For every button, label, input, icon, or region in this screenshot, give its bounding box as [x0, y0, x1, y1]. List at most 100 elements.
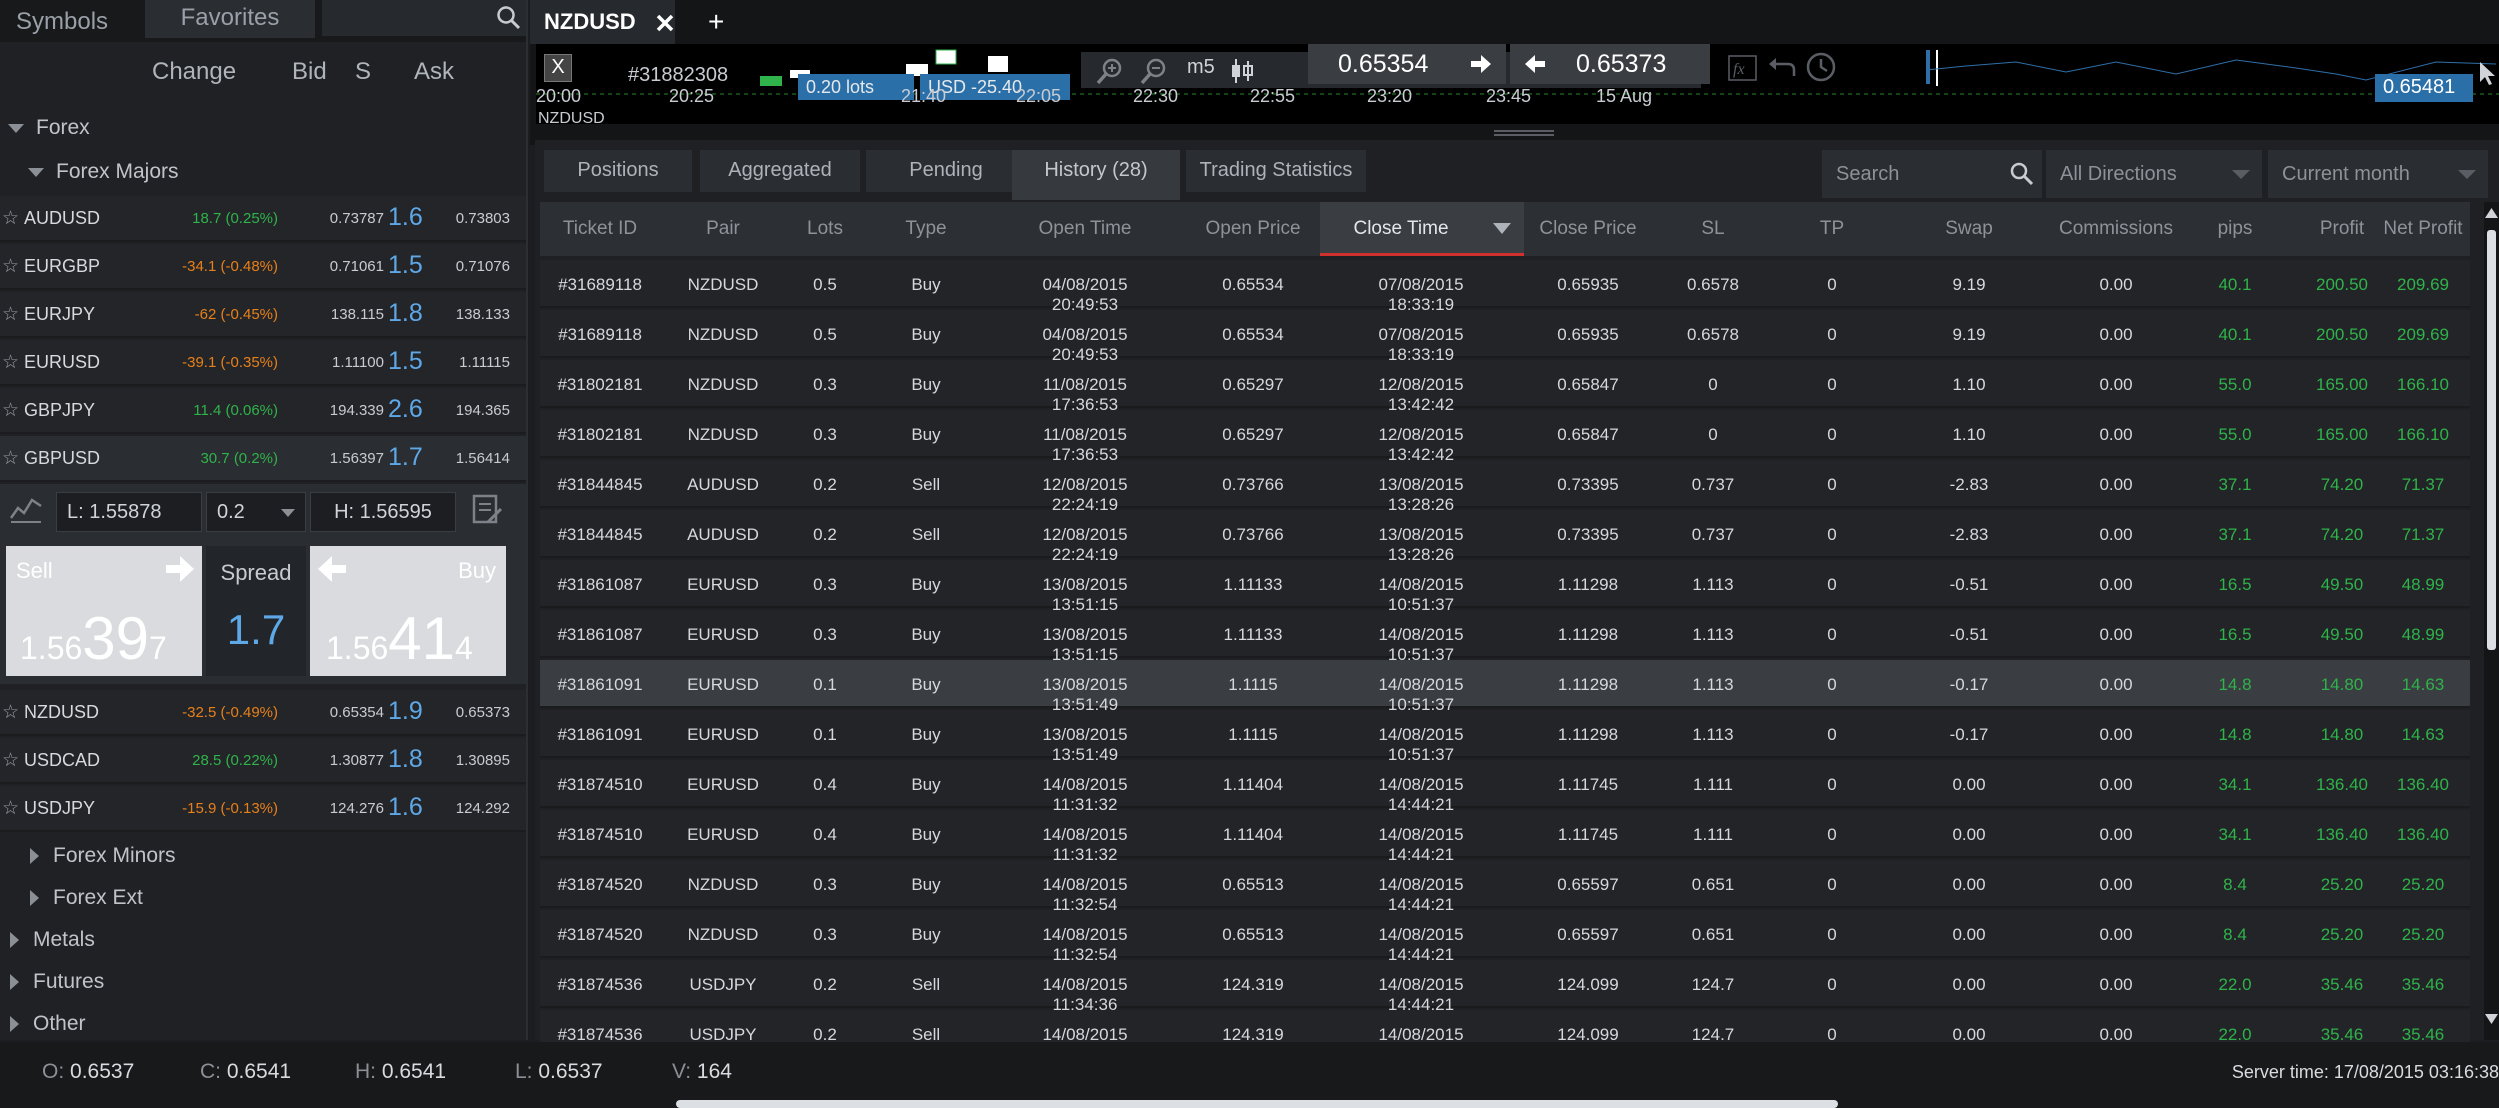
quote-row-audusd[interactable]: ☆ AUDUSD 18.7 (0.25%) 0.73787 1.6 0.73803	[0, 196, 526, 242]
candlestick-icon[interactable]	[1227, 56, 1257, 86]
tab-trading-statistics[interactable]: Trading Statistics	[1186, 150, 1366, 192]
table-row[interactable]: #31802181 NZDUSD 0.3 Buy 11/08/2015 17:36:53…	[540, 410, 2470, 464]
quote-bid[interactable]: 1.11100	[332, 354, 384, 371]
chart-icon[interactable]	[8, 490, 44, 526]
undo-icon[interactable]	[1766, 52, 1798, 84]
table-row[interactable]: #31689118 NZDUSD 0.5 Buy 04/08/2015 20:49:53…	[540, 310, 2470, 364]
quote-row-usdjpy[interactable]: ☆ USDJPY -15.9 (-0.13%) 124.276 1.6 124.292	[0, 786, 526, 832]
cursor-icon[interactable]	[2478, 60, 2498, 86]
scroll-up-icon[interactable]	[2484, 206, 2499, 220]
tab-aggregated[interactable]: Aggregated	[700, 150, 860, 192]
quote-bid[interactable]: 138.115	[331, 306, 384, 323]
scrollbar-thumb[interactable]	[2487, 230, 2496, 650]
history-search-input[interactable]: Search	[1822, 150, 2042, 198]
quote-row-eurjpy[interactable]: ☆ EURJPY -62 (-0.45%) 138.115 1.8 138.133	[0, 292, 526, 338]
zoom-out-icon[interactable]	[1139, 56, 1169, 86]
close-position-button[interactable]: X	[544, 54, 572, 82]
quote-row-usdcad[interactable]: ☆ USDCAD 28.5 (0.22%) 1.30877 1.8 1.30895	[0, 738, 526, 784]
quote-ask[interactable]: 0.65373	[456, 704, 510, 721]
table-row[interactable]: #31874510 EURUSD 0.4 Buy 14/08/2015 11:31:32…	[540, 810, 2470, 864]
star-icon[interactable]: ☆	[2, 399, 19, 422]
star-icon[interactable]: ☆	[2, 351, 19, 374]
resize-handle[interactable]	[1494, 130, 1554, 136]
sell-quick-button[interactable]: 0.65354	[1308, 44, 1506, 84]
tab-nzdusd[interactable]: NZDUSD	[530, 0, 675, 44]
quote-ask[interactable]: 0.71076	[456, 258, 510, 275]
column-header-open-price[interactable]: Open Price	[1173, 218, 1333, 240]
table-row[interactable]: #31874536USDJPY0.2Sell14/08/2015 11:34:3…	[540, 960, 2470, 1014]
tree-forex[interactable]: Forex	[8, 116, 90, 140]
quote-bid[interactable]: 0.71061	[330, 258, 384, 275]
period-select[interactable]: Current month	[2268, 150, 2488, 198]
table-row[interactable]: #31874520 NZDUSD 0.3 Buy 14/08/2015 11:32:54…	[540, 860, 2470, 914]
quote-bid[interactable]: 1.30877	[330, 752, 384, 769]
scroll-down-icon[interactable]	[2484, 1012, 2499, 1026]
column-header-close-time[interactable]: Close Time	[1321, 218, 1481, 240]
star-icon[interactable]: ☆	[2, 255, 19, 278]
add-tab-button[interactable]: +	[708, 6, 724, 38]
search-icon[interactable]	[2010, 162, 2034, 186]
quote-bid[interactable]: 124.276	[330, 800, 384, 817]
quote-row-gbpusd[interactable]: ☆ GBPUSD 30.7 (0.2%) 1.56397 1.7 1.56414	[0, 436, 526, 482]
table-row[interactable]: #31689118 NZDUSD 0.5 Buy 04/08/2015 20:49:53…	[540, 260, 2470, 314]
quote-ask[interactable]: 1.11115	[459, 354, 510, 371]
table-row[interactable]: #31861091 EURUSD 0.1 Buy 13/08/2015 13:51:49…	[540, 710, 2470, 764]
table-row[interactable]: #31861091 EURUSD 0.1 Buy 13/08/2015 13:51:49…	[540, 660, 2470, 714]
quote-row-nzdusd[interactable]: ☆ NZDUSD -32.5 (-0.49%) 0.65354 1.9 0.65373	[0, 690, 526, 736]
star-icon[interactable]: ☆	[2, 447, 19, 470]
quote-ask[interactable]: 194.365	[456, 402, 510, 419]
edit-note-icon[interactable]	[470, 492, 504, 526]
table-row[interactable]: #31844845 AUDUSD 0.2 Sell 12/08/2015 22:24:1…	[540, 460, 2470, 514]
sell-button[interactable]: Sell 1.56397	[6, 546, 202, 676]
quote-bid[interactable]: 0.65354	[330, 704, 384, 721]
star-icon[interactable]: ☆	[2, 797, 19, 820]
star-icon[interactable]: ☆	[2, 701, 19, 724]
tab-pending[interactable]: Pending	[866, 150, 1026, 192]
column-header-net-profit[interactable]: Net Profit	[2363, 218, 2483, 240]
buy-quick-button[interactable]: 0.65373	[1510, 44, 1710, 84]
tree-forex-majors[interactable]: Forex Majors	[28, 160, 179, 184]
column-change[interactable]: Change	[152, 58, 236, 86]
tab-favorites[interactable]: Favorites	[145, 0, 315, 38]
quote-ask[interactable]: 1.30895	[456, 752, 510, 769]
tree-futures[interactable]: Futures	[10, 970, 104, 994]
quote-bid[interactable]: 0.73787	[330, 210, 384, 227]
table-row[interactable]: #31844845 AUDUSD 0.2 Sell 12/08/2015 22:24:1…	[540, 510, 2470, 564]
star-icon[interactable]: ☆	[2, 207, 19, 230]
horizontal-scrollbar-thumb[interactable]	[676, 1100, 1838, 1108]
star-icon[interactable]: ☆	[2, 749, 19, 772]
column-header-swap[interactable]: Swap	[1889, 218, 2049, 240]
indicators-icon[interactable]: fx	[1727, 52, 1759, 84]
quote-ask[interactable]: 138.133	[456, 306, 510, 323]
quote-ask[interactable]: 124.292	[456, 800, 510, 817]
table-row[interactable]: #31874520 NZDUSD 0.3 Buy 14/08/2015 11:32:54…	[540, 910, 2470, 964]
close-icon[interactable]	[656, 14, 674, 32]
quote-row-eurgbp[interactable]: ☆ EURGBP -34.1 (-0.48%) 0.71061 1.5 0.71076	[0, 244, 526, 290]
column-header-open-time[interactable]: Open Time	[1005, 218, 1165, 240]
quote-ask[interactable]: 0.73803	[456, 210, 510, 227]
column-bid[interactable]: Bid	[292, 58, 327, 86]
tree-forex-ext[interactable]: Forex Ext	[30, 886, 143, 910]
table-row[interactable]: #31861087 EURUSD 0.3 Buy 13/08/2015 13:51:15…	[540, 610, 2470, 664]
buy-button[interactable]: Buy 1.56414	[310, 546, 506, 676]
tab-positions[interactable]: Positions	[544, 150, 692, 192]
quote-bid[interactable]: 194.339	[330, 402, 384, 419]
vertical-scrollbar[interactable]	[2484, 202, 2499, 1040]
clock-icon[interactable]	[1804, 50, 1838, 84]
column-spread[interactable]: S	[355, 58, 371, 86]
tree-metals[interactable]: Metals	[10, 928, 95, 952]
tab-history[interactable]: History (28)	[1012, 150, 1180, 200]
column-header-tp[interactable]: TP	[1752, 218, 1912, 240]
tree-other[interactable]: Other	[10, 1012, 86, 1036]
table-row[interactable]: #31874510 EURUSD 0.4 Buy 14/08/2015 11:31:32…	[540, 760, 2470, 814]
lot-size-select[interactable]: 0.2	[206, 492, 306, 532]
symbol-search-input[interactable]	[322, 0, 526, 36]
zoom-in-icon[interactable]	[1095, 56, 1125, 86]
column-ask[interactable]: Ask	[414, 58, 454, 86]
table-row[interactable]: #31802181 NZDUSD 0.3 Buy 11/08/2015 17:36:53…	[540, 360, 2470, 414]
directions-select[interactable]: All Directions	[2046, 150, 2262, 198]
quote-row-eurusd[interactable]: ☆ EURUSD -39.1 (-0.35%) 1.11100 1.5 1.11115	[0, 340, 526, 386]
quote-bid[interactable]: 1.56397	[330, 450, 384, 467]
column-header-type[interactable]: Type	[846, 218, 1006, 240]
tree-forex-minors[interactable]: Forex Minors	[30, 844, 176, 868]
